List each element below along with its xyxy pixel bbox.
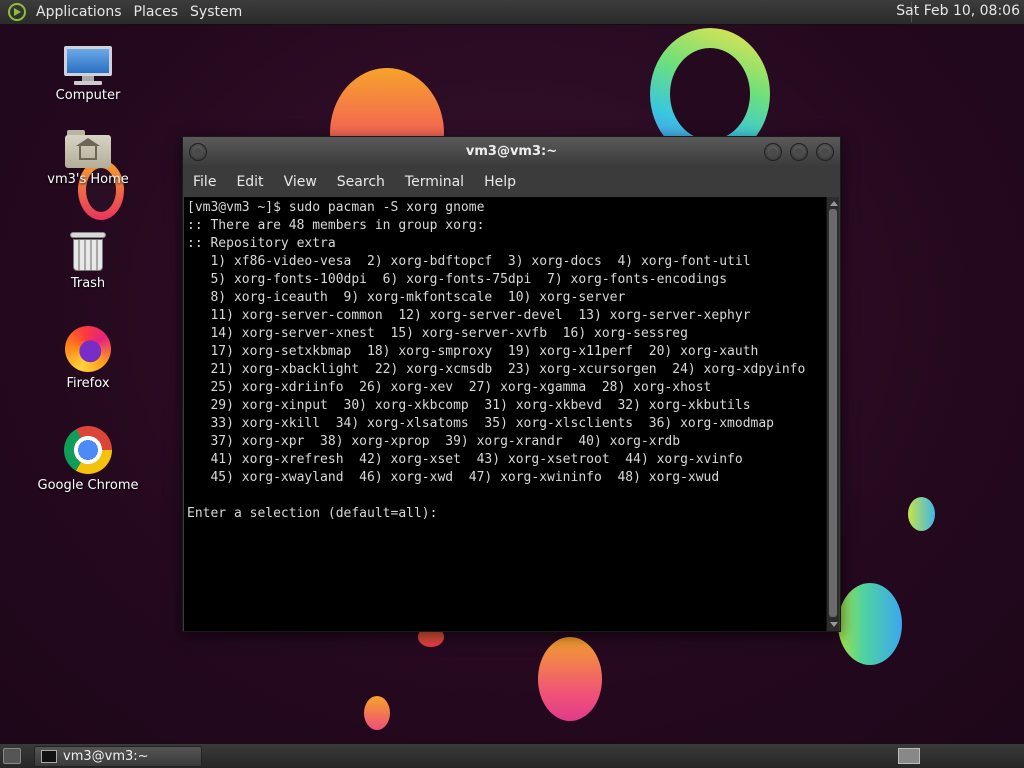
- terminal-line: 21) xorg-xbacklight 22) xorg-xcmsdb 23) …: [187, 362, 806, 377]
- top-panel: Applications Places System Sat Feb 10, 0…: [0, 0, 1024, 25]
- desktop-icon-trash[interactable]: Trash: [28, 230, 148, 291]
- window-titlebar[interactable]: vm3@vm3:~: [183, 137, 840, 167]
- terminal-output[interactable]: [vm3@vm3 ~]$ sudo pacman -S xorg gnome::…: [184, 197, 827, 631]
- terminal-line: 11) xorg-server-common 12) xorg-server-d…: [187, 308, 751, 323]
- maximize-button[interactable]: [790, 143, 808, 161]
- wallpaper-blob: [908, 497, 935, 531]
- firefox-icon: [65, 326, 111, 372]
- menu-applications[interactable]: Applications: [32, 4, 130, 20]
- scrollbar-thumb[interactable]: [829, 209, 837, 617]
- terminal-line: [vm3@vm3 ~]$ sudo pacman -S xorg gnome: [187, 200, 485, 215]
- terminal-line: 25) xorg-xdriinfo 26) xorg-xev 27) xorg-…: [187, 380, 712, 395]
- terminal-prompt-line: Enter a selection (default=all):: [187, 506, 446, 521]
- show-desktop-icon[interactable]: [3, 748, 21, 764]
- terminal-line: :: There are 48 members in group xorg:: [187, 218, 485, 233]
- menu-system[interactable]: System: [186, 4, 250, 20]
- desktop-icon-chrome[interactable]: Google Chrome: [28, 426, 148, 493]
- desktop-icon-computer[interactable]: Computer: [28, 46, 148, 103]
- scroll-up-icon[interactable]: [830, 201, 838, 206]
- terminal-line: 1) xf86-video-vesa 2) xorg-bdftopcf 3) x…: [187, 254, 751, 269]
- terminal-line: :: Repository extra: [187, 236, 336, 251]
- menu-search[interactable]: Search: [327, 174, 395, 190]
- terminal-line: 5) xorg-fonts-100dpi 6) xorg-fonts-75dpi…: [187, 272, 728, 287]
- menu-help[interactable]: Help: [474, 174, 526, 190]
- scroll-down-icon[interactable]: [830, 622, 838, 627]
- clock[interactable]: Sat Feb 10, 08:06: [896, 3, 1020, 19]
- workspace-switcher-icon[interactable]: [898, 748, 920, 764]
- menu-edit[interactable]: Edit: [226, 174, 273, 190]
- distro-logo-icon[interactable]: [8, 3, 26, 21]
- desktop-icon-home[interactable]: vm3's Home: [28, 130, 148, 187]
- menu-view[interactable]: View: [274, 174, 327, 190]
- chrome-icon: [64, 426, 112, 474]
- terminal-window[interactable]: vm3@vm3:~ File Edit View Search Terminal…: [182, 136, 841, 632]
- terminal-icon: [41, 750, 57, 763]
- terminal-menubar: File Edit View Search Terminal Help: [183, 167, 840, 197]
- wallpaper-blob: [838, 583, 902, 665]
- menu-places[interactable]: Places: [130, 4, 187, 20]
- computer-icon: [64, 46, 112, 85]
- desktop-icon-label: Google Chrome: [37, 478, 139, 493]
- menu-terminal[interactable]: Terminal: [395, 174, 474, 190]
- wallpaper-blob: [538, 637, 602, 721]
- terminal-line: 41) xorg-xrefresh 42) xorg-xset 43) xorg…: [187, 452, 743, 467]
- minimize-button[interactable]: [764, 143, 782, 161]
- desktop-icon-firefox[interactable]: Firefox: [28, 326, 148, 391]
- taskbar-window-button[interactable]: vm3@vm3:~: [34, 746, 202, 767]
- terminal-line: 29) xorg-xinput 30) xorg-xkbcomp 31) xor…: [187, 398, 751, 413]
- window-title: vm3@vm3:~: [465, 144, 558, 159]
- window-menu-button[interactable]: [189, 143, 207, 161]
- terminal-line: 33) xorg-xkill 34) xorg-xlsatoms 35) xor…: [187, 416, 774, 431]
- desktop-icon-label: vm3's Home: [47, 172, 129, 187]
- terminal-line: 14) xorg-server-xnest 15) xorg-server-xv…: [187, 326, 688, 341]
- home-folder-icon: [65, 130, 111, 168]
- terminal-line: 8) xorg-iceauth 9) xorg-mkfontscale 10) …: [187, 290, 626, 305]
- bottom-panel: vm3@vm3:~: [0, 743, 1024, 768]
- trash-icon: [70, 230, 106, 272]
- taskbar-window-label: vm3@vm3:~: [63, 749, 149, 764]
- desktop-icon-label: Computer: [55, 88, 121, 103]
- desktop-icon-label: Firefox: [66, 376, 110, 391]
- wallpaper-blob: [364, 696, 390, 730]
- terminal-line: 17) xorg-setxkbmap 18) xorg-smproxy 19) …: [187, 344, 759, 359]
- terminal-line: 37) xorg-xpr 38) xorg-xprop 39) xorg-xra…: [187, 434, 681, 449]
- close-button[interactable]: [816, 143, 834, 161]
- terminal-line: ​: [187, 487, 827, 505]
- menu-file[interactable]: File: [183, 174, 226, 190]
- desktop-icon-label: Trash: [70, 276, 106, 291]
- terminal-line: 45) xorg-xwayland 46) xorg-xwd 47) xorg-…: [187, 470, 720, 485]
- terminal-scrollbar[interactable]: [826, 197, 839, 631]
